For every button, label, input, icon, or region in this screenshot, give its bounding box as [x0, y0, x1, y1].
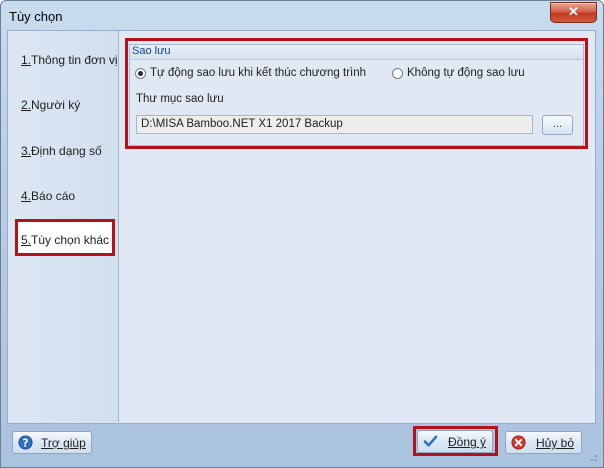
nav-item-signers[interactable]: 2.Người ký [21, 98, 80, 112]
nav-item-number-format[interactable]: 3.Định dạng số [21, 144, 102, 158]
nav-item-label: Thông tin đơn vị [31, 53, 118, 67]
nav-item-label: Định dạng số [31, 144, 102, 158]
cancel-icon [511, 435, 526, 450]
help-button[interactable]: ? Trợ giúp [12, 431, 92, 454]
nav-item-label: Tùy chọn khác [31, 233, 110, 247]
nav-item-number: 2. [21, 98, 32, 112]
window-title: Tùy chọn [9, 9, 63, 24]
nav-item-label: Người ký [31, 98, 81, 112]
nav-item-number: 3. [21, 144, 32, 158]
help-icon: ? [18, 435, 33, 450]
cancel-button[interactable]: Hủy bỏ [505, 431, 582, 454]
nav-item-number: 1. [21, 53, 32, 67]
resize-grip-icon[interactable] [588, 452, 598, 462]
nav-item-number: 5. [21, 233, 32, 247]
browse-folder-button[interactable]: ... [542, 115, 573, 135]
no-backup-label[interactable]: Không tự động sao lưu [407, 67, 525, 79]
svg-text:?: ? [23, 437, 29, 449]
cancel-button-label: Hủy bỏ [536, 436, 575, 450]
ok-button-highlight [413, 426, 498, 456]
nav-item-reports[interactable]: 4.Báo cáo [21, 189, 75, 203]
no-backup-radio[interactable] [392, 68, 403, 79]
auto-backup-radio[interactable] [135, 68, 146, 79]
auto-backup-label[interactable]: Tự động sao lưu khi kết thúc chương trìn… [150, 67, 366, 79]
nav-item-other-options[interactable]: 5.Tùy chọn khác [21, 233, 109, 247]
nav-item-company-info[interactable]: 1.Thông tin đơn vị [21, 53, 118, 67]
close-icon: ✕ [568, 4, 579, 19]
nav-item-label: Báo cáo [31, 189, 76, 203]
backup-folder-input[interactable]: D:\MISA Bamboo.NET X1 2017 Backup [136, 115, 533, 134]
close-button[interactable]: ✕ [550, 2, 597, 23]
backup-folder-label: Thư mục sao lưu [136, 93, 224, 105]
title-bar[interactable]: Tùy chọn ✕ [1, 1, 603, 31]
nav-item-number: 4. [21, 189, 32, 203]
help-button-label: Trợ giúp [41, 436, 86, 450]
